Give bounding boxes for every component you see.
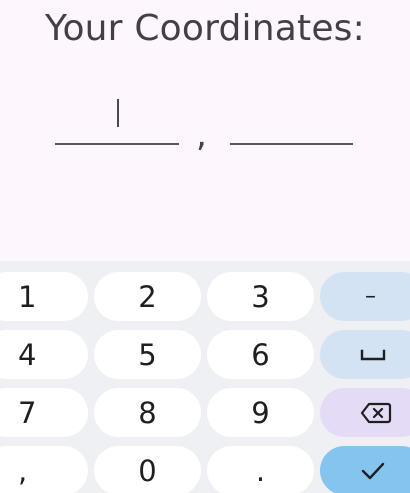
key-4[interactable]: 4 <box>0 330 88 379</box>
minus-icon: – <box>365 284 376 309</box>
key-0[interactable]: 0 <box>94 446 201 493</box>
key-label: 9 <box>251 395 270 430</box>
longitude-field[interactable] <box>230 143 353 145</box>
key-3[interactable]: 3 <box>207 272 314 321</box>
key-space[interactable] <box>320 330 410 379</box>
key-comma[interactable]: , <box>0 446 88 493</box>
key-1[interactable]: 1 <box>0 272 88 321</box>
key-label: 5 <box>138 337 157 372</box>
text-cursor <box>117 99 119 127</box>
space-icon <box>360 348 386 362</box>
done-button[interactable] <box>320 446 410 493</box>
coordinate-separator: , <box>196 115 207 155</box>
key-label: 3 <box>251 279 270 314</box>
key-label: 0 <box>138 453 157 488</box>
key-label: 4 <box>18 337 37 372</box>
checkmark-icon <box>360 461 386 481</box>
key-5[interactable]: 5 <box>94 330 201 379</box>
key-9[interactable]: 9 <box>207 388 314 437</box>
key-7[interactable]: 7 <box>0 388 88 437</box>
key-label: 2 <box>138 279 157 314</box>
key-minus[interactable]: – <box>320 272 410 321</box>
key-period[interactable]: . <box>207 446 314 493</box>
key-label: 6 <box>251 337 270 372</box>
key-label: 7 <box>18 395 37 430</box>
numeric-keyboard: 1 2 3 – 4 5 6 7 8 9 , 0 . <box>0 261 410 493</box>
key-label: 8 <box>138 395 157 430</box>
page-title: Your Coordinates: <box>45 8 365 49</box>
key-2[interactable]: 2 <box>94 272 201 321</box>
backspace-icon <box>360 401 392 425</box>
key-8[interactable]: 8 <box>94 388 201 437</box>
latitude-field[interactable] <box>55 143 179 145</box>
key-backspace[interactable] <box>320 388 410 437</box>
key-label: , <box>18 453 28 488</box>
key-label: . <box>255 453 266 488</box>
key-label: 1 <box>18 279 37 314</box>
key-6[interactable]: 6 <box>207 330 314 379</box>
